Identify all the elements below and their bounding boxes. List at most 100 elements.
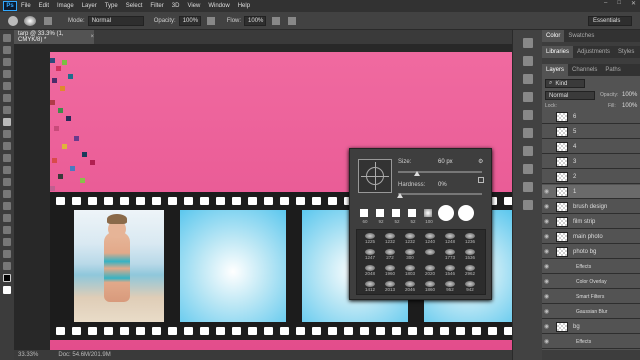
pressure-opacity-icon[interactable] bbox=[206, 16, 215, 25]
tab-libraries[interactable]: Libraries bbox=[542, 46, 574, 58]
healing-tool-icon[interactable] bbox=[3, 106, 11, 114]
size-slider[interactable] bbox=[398, 171, 482, 173]
shape-tool-icon[interactable] bbox=[3, 238, 11, 246]
crop-tool-icon[interactable] bbox=[3, 82, 11, 90]
filter-kind-select[interactable]: ⌕ Kind bbox=[545, 79, 585, 88]
move-tool-icon[interactable] bbox=[3, 34, 11, 42]
hand-tool-icon[interactable] bbox=[3, 250, 11, 258]
preset-swatch-large[interactable] bbox=[458, 205, 474, 221]
fill-value[interactable]: 100% bbox=[622, 103, 637, 109]
layer-row[interactable]: ◉ bg bbox=[542, 320, 640, 334]
close-tab-icon[interactable]: × bbox=[90, 34, 94, 40]
menu-select[interactable]: Select bbox=[126, 3, 143, 9]
layer-row[interactable]: ◉ Effects bbox=[542, 335, 640, 349]
visibility-eye-icon[interactable]: ◉ bbox=[544, 203, 552, 210]
preset-swatch[interactable] bbox=[392, 209, 400, 217]
menu-edit[interactable]: Edit bbox=[39, 3, 49, 9]
type-tool-icon[interactable] bbox=[3, 214, 11, 222]
brush-angle-preview[interactable] bbox=[358, 159, 392, 193]
minimize-icon[interactable]: – bbox=[604, 0, 607, 7]
layer-row[interactable]: ◉ 1 bbox=[542, 185, 640, 199]
brush-picker-icon[interactable] bbox=[24, 15, 36, 26]
pen-tool-icon[interactable] bbox=[3, 202, 11, 210]
visibility-eye-icon[interactable]: ◉ bbox=[544, 338, 552, 345]
background-color-icon[interactable] bbox=[3, 286, 11, 294]
new-preset-icon[interactable] bbox=[478, 177, 484, 183]
history-brush-tool-icon[interactable] bbox=[3, 142, 11, 150]
brush-preset-thumb[interactable] bbox=[425, 249, 435, 255]
layer-row[interactable]: 3 bbox=[542, 155, 640, 169]
menu-image[interactable]: Image bbox=[57, 3, 74, 9]
tab-styles[interactable]: Styles bbox=[614, 46, 638, 58]
layer-row[interactable]: ◉ photo bg bbox=[542, 245, 640, 259]
hardness-value[interactable]: 0% bbox=[438, 182, 447, 188]
layer-row[interactable]: ◉ Smart Filters bbox=[542, 290, 640, 304]
tab-paths[interactable]: Paths bbox=[601, 64, 624, 76]
blend-mode-select[interactable]: Normal bbox=[545, 91, 595, 100]
gradient-tool-icon[interactable] bbox=[3, 166, 11, 174]
size-slider-handle[interactable] bbox=[414, 171, 420, 176]
marquee-tool-icon[interactable] bbox=[3, 46, 11, 54]
canvas-area[interactable]: Size: 60 px ⚙ Hardness: 0% 60 92 52 52 1… bbox=[14, 44, 512, 350]
visibility-eye-icon[interactable]: ◉ bbox=[544, 263, 552, 270]
mode-select[interactable]: Normal bbox=[87, 15, 144, 26]
layer-row[interactable]: 2 bbox=[542, 170, 640, 184]
clone-stamp-tool-icon[interactable] bbox=[3, 130, 11, 138]
menu-filter[interactable]: Filter bbox=[150, 3, 163, 9]
pressure-size-icon[interactable] bbox=[288, 16, 297, 25]
layer-row[interactable]: 6 bbox=[542, 110, 640, 124]
layer-row[interactable]: ◉ Effects bbox=[542, 260, 640, 274]
info-panel-icon[interactable] bbox=[523, 164, 533, 174]
tab-layers[interactable]: Layers bbox=[542, 64, 569, 76]
visibility-eye-icon[interactable]: ◉ bbox=[544, 293, 552, 300]
photoshop-logo[interactable]: Ps bbox=[3, 1, 17, 11]
eyedropper-tool-icon[interactable] bbox=[3, 94, 11, 102]
eraser-tool-icon[interactable] bbox=[3, 154, 11, 162]
menu-layer[interactable]: Layer bbox=[82, 3, 97, 9]
visibility-eye-icon[interactable]: ◉ bbox=[544, 278, 552, 285]
layer-row[interactable]: ◉ film strip bbox=[542, 215, 640, 229]
character-panel-icon[interactable] bbox=[523, 110, 533, 120]
brush-tool-icon[interactable] bbox=[8, 15, 18, 26]
visibility-eye-icon[interactable]: ◉ bbox=[544, 233, 552, 240]
layer-row[interactable]: 5 bbox=[542, 125, 640, 139]
actions-panel-icon[interactable] bbox=[523, 182, 533, 192]
brush-tool-icon[interactable] bbox=[3, 118, 11, 126]
hardness-slider[interactable] bbox=[398, 193, 482, 195]
opacity-input[interactable]: 100% bbox=[178, 15, 201, 26]
flow-input[interactable]: 100% bbox=[244, 15, 267, 26]
layer-row[interactable]: ◉ brush design bbox=[542, 200, 640, 214]
brush-panel-toggle-icon[interactable] bbox=[44, 16, 52, 25]
panel-settings-gear-icon[interactable]: ⚙ bbox=[478, 158, 483, 165]
path-select-tool-icon[interactable] bbox=[3, 226, 11, 234]
zoom-tool-icon[interactable] bbox=[3, 262, 11, 270]
visibility-eye-icon[interactable]: ◉ bbox=[544, 248, 552, 255]
document-tab[interactable]: tarp @ 33.3% (1, CMYK/8) * × bbox=[14, 30, 94, 44]
menu-3d[interactable]: 3D bbox=[172, 3, 180, 9]
lasso-tool-icon[interactable] bbox=[3, 58, 11, 66]
visibility-eye-icon[interactable]: ◉ bbox=[544, 308, 552, 315]
airbrush-icon[interactable] bbox=[272, 16, 281, 25]
history-panel-icon[interactable] bbox=[523, 38, 533, 48]
brush-settings-panel-icon[interactable] bbox=[523, 74, 533, 84]
close-icon[interactable]: ✕ bbox=[631, 0, 636, 7]
menu-view[interactable]: View bbox=[187, 3, 200, 9]
tab-color[interactable]: Color bbox=[542, 30, 565, 42]
layer-row[interactable]: ◉ Gaussian Blur bbox=[542, 305, 640, 319]
tab-adjustments[interactable]: Adjustments bbox=[573, 46, 614, 58]
brush-preset-list[interactable]: 1225 1232 1232 1240 1248 1236 1247 272 300 1773 15… bbox=[356, 229, 486, 295]
size-value[interactable]: 60 px bbox=[438, 159, 453, 165]
preset-swatch[interactable] bbox=[408, 209, 416, 217]
menu-file[interactable]: File bbox=[21, 3, 31, 9]
timeline-panel-icon[interactable] bbox=[523, 200, 533, 210]
visibility-eye-icon[interactable]: ◉ bbox=[544, 188, 552, 195]
layer-row[interactable]: ◉ Color Overlay bbox=[542, 275, 640, 289]
workspace-select[interactable]: Essentials bbox=[588, 16, 632, 26]
layer-opacity-value[interactable]: 100% bbox=[622, 92, 637, 98]
menu-window[interactable]: Window bbox=[208, 3, 229, 9]
layer-row[interactable]: ◉ main photo bbox=[542, 230, 640, 244]
hardness-slider-handle[interactable] bbox=[397, 193, 403, 198]
tab-swatches[interactable]: Swatches bbox=[564, 30, 598, 42]
tab-channels[interactable]: Channels bbox=[568, 64, 601, 76]
preset-swatch[interactable] bbox=[424, 209, 432, 217]
